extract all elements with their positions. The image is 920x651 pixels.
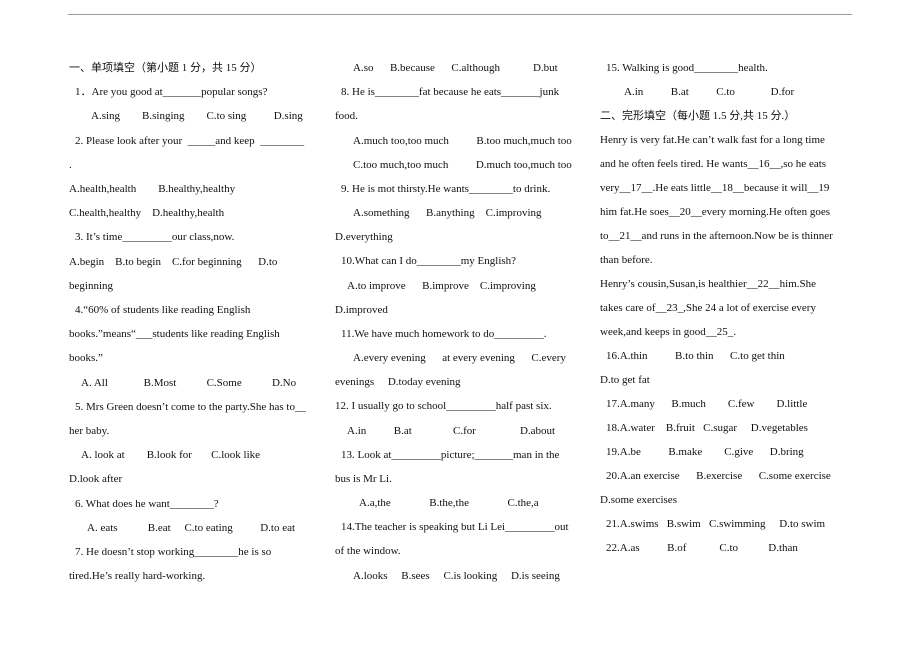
text-line: 19.A.be B.make C.give D.bring [606, 446, 804, 458]
text-line: C.health,healthy D.healthy,health [69, 207, 225, 220]
text-line: 12. I usually go to school_________half … [335, 400, 552, 413]
text-line: D.improved [335, 303, 388, 316]
text-line: 16.A.thin B.to thin C.to get thin [606, 350, 785, 362]
text-line: A.something B.anything C.improving [353, 207, 542, 220]
text-line: 18.A.water B.fruit C.sugar D.vegetables [606, 422, 808, 434]
text-line: 14.The teacher is speaking but Li Lei___… [341, 521, 569, 534]
text-line: 11.We have much homework to do_________. [341, 327, 547, 340]
text-line: D.some exercises [600, 494, 677, 506]
text-line: A.looks B.sees C.is looking D.is seeing [353, 569, 560, 582]
text-line: A.to improve B.improve C.improving [347, 279, 536, 292]
text-line: Henry’s cousin,Susan,is healthier__22__h… [600, 278, 817, 290]
text-line: books.” [69, 352, 103, 365]
text-line: Henry is very fat.He can’t walk fast for… [600, 134, 825, 146]
text-line: her baby. [69, 425, 110, 437]
text-line: 10.What can I do________my English? [341, 255, 517, 268]
text-line: books.”means“___students like reading En… [69, 328, 280, 341]
text-line: A.begin B.to begin C.for beginning D.to [69, 255, 278, 268]
text-line: 1．Are you good at_______popular songs? [75, 86, 268, 99]
text-line: 2. Please look after your _____and keep … [75, 134, 305, 147]
text-line: than before. [600, 254, 653, 266]
text-line: takes care of__23_,She 24 a lot of exerc… [600, 302, 816, 314]
text-line: A. All B.Most C.Some D.No [81, 376, 297, 389]
text-line: A.sing B.singing C.to sing D.sing [91, 110, 303, 123]
text-line: A.much too,too much B.too much,much too [353, 134, 572, 147]
text-line: 21.A.swims B.swim C.swimming D.to swim [606, 518, 826, 530]
text-line: and he often feels tired. He wants__16__… [600, 158, 827, 170]
text-line: 3. It’s time_________our class,now. [75, 231, 235, 244]
text-line: 22.A.as B.of C.to D.than [606, 542, 798, 554]
text-line: beginning [69, 279, 113, 292]
text-line: evenings D.today evening [335, 376, 461, 389]
text-line: 13. Look at_________picture;_______man i… [341, 448, 560, 461]
text-line: food. [335, 110, 358, 123]
text-line: 20.A.an exercise B.exercise C.some exerc… [606, 470, 831, 482]
text-line: A.every evening at every evening C.every [353, 352, 566, 365]
text-line: A.a,the B.the,the C.the,a [359, 497, 539, 510]
text-line: A.in B.at C.to D.for [624, 86, 795, 98]
text-line: to__21__and runs in the afternoon.Now be… [600, 230, 833, 242]
text-line: A.health,health B.healthy,healthy [69, 183, 236, 195]
text-line: 15. Walking is good________health. [606, 62, 768, 74]
text-line: 9. He is mot thirsty.He wants________to … [341, 182, 551, 195]
text-line: of the window. [335, 545, 401, 558]
text-line: 6. What does he want________? [75, 497, 219, 510]
text-line: D.everything [335, 231, 393, 244]
text-line: D.to get fat [600, 374, 650, 386]
text-line: 4.“60% of students like reading English [75, 304, 251, 316]
text-line: 17.A.many B.much C.few D.little [606, 398, 808, 410]
text-line: bus is Mr Li. [335, 472, 392, 485]
text-line: him fat.He soes__20__every morning.He of… [600, 206, 831, 218]
text-line: . [69, 158, 72, 171]
text-line: A.in B.at C.for D.about [347, 424, 556, 437]
text-line: 5. Mrs Green doesn’t come to the party.S… [75, 400, 306, 413]
text-line: tired.He’s really hard-working. [69, 570, 206, 583]
text-line: D.look after [69, 473, 123, 486]
text-line: 8. He is________fat because he eats_____… [341, 86, 560, 99]
text-line: 7. He doesn’t stop working________he is … [75, 546, 272, 558]
text-line: week,and keeps in good__25_. [600, 326, 736, 338]
header-rule [68, 14, 852, 15]
text-line: very__17__.He eats little__18__because i… [600, 182, 830, 194]
text-line: C.too much,too much D.much too,much too [353, 158, 572, 171]
text-line: A.so B.because C.although D.but [353, 62, 558, 74]
text-line: A. eats B.eat C.to eating D.to eat [87, 521, 296, 534]
text-line: 一、单项填空（第小题 1 分，共 15 分） [69, 62, 262, 74]
text-line: 二、完形填空（每小题 1.5 分,共 15 分.） [600, 110, 796, 122]
text-line: A. look at B.look for C.look like [81, 449, 261, 462]
